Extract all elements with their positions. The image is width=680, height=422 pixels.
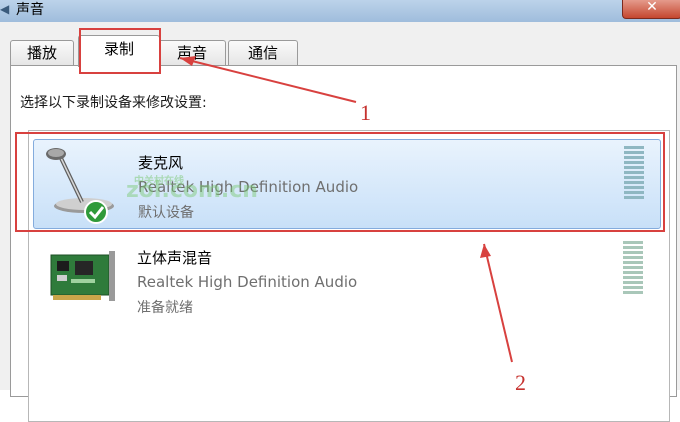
instruction-text: 选择以下录制设备来修改设置: bbox=[20, 95, 207, 111]
annotation-label-1: 1 bbox=[360, 100, 371, 125]
close-icon: ✕ bbox=[646, 0, 658, 15]
sound-card-icon bbox=[41, 239, 125, 319]
annotation-box-2 bbox=[15, 132, 665, 232]
level-meter bbox=[623, 241, 643, 299]
window-title: 声音 bbox=[16, 2, 44, 18]
list-item-stereo-mix[interactable]: 立体声混音 Realtek High Definition Audio 准备就绪 bbox=[33, 235, 659, 323]
device-driver: Realtek High Definition Audio bbox=[137, 273, 358, 291]
device-name: 立体声混音 bbox=[137, 249, 213, 267]
device-status: 准备就绪 bbox=[137, 300, 193, 316]
tab-playback[interactable]: 播放 bbox=[10, 40, 74, 65]
annotation-label-2: 2 bbox=[515, 370, 526, 395]
speaker-icon: ◀ bbox=[0, 2, 10, 16]
watermark-sub: 中关村在线 bbox=[134, 176, 184, 187]
tab-communications[interactable]: 通信 bbox=[228, 40, 298, 65]
annotation-box-1 bbox=[79, 28, 161, 74]
close-button[interactable]: ✕ bbox=[622, 0, 680, 19]
tab-sounds[interactable]: 声音 bbox=[158, 40, 226, 65]
titlebar: ◀ 声音 ✕ bbox=[0, 0, 680, 23]
